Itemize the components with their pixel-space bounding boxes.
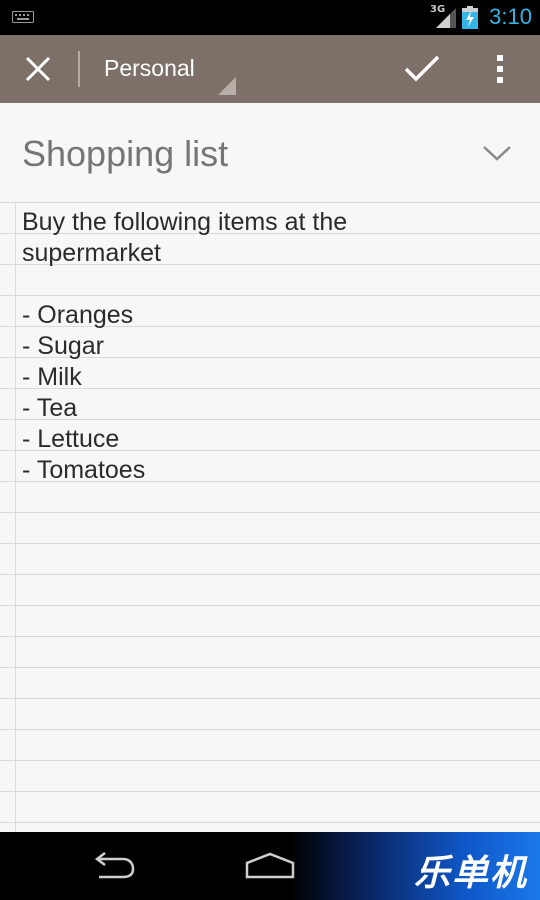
battery-charging-icon (462, 6, 478, 29)
note-title-input[interactable] (22, 129, 462, 179)
watermark: 乐单机 (290, 832, 540, 900)
signal-icon (436, 8, 456, 28)
overflow-menu-icon (497, 55, 503, 83)
keyboard-icon (12, 11, 34, 23)
overflow-menu-button[interactable] (480, 44, 520, 94)
navigation-bar: 乐单机 (0, 832, 540, 900)
action-bar: Personal (0, 35, 540, 103)
note-body-text[interactable]: Buy the following items at the supermark… (22, 207, 532, 807)
checkmark-icon (404, 55, 440, 82)
title-row (0, 103, 540, 203)
spinner-triangle-icon (218, 77, 236, 95)
note-editor: Buy the following items at the supermark… (0, 103, 540, 832)
chevron-down-icon (483, 146, 511, 161)
status-bar: 3G 3:10 (0, 0, 540, 35)
margin-line (15, 202, 16, 832)
close-icon (25, 56, 51, 82)
back-icon (94, 852, 135, 879)
home-icon (245, 852, 295, 879)
folder-label: Personal (104, 55, 195, 81)
screen: 3G 3:10 Personal Shopping list Buy the f… (0, 0, 540, 900)
done-button[interactable] (396, 44, 448, 94)
close-button[interactable] (12, 44, 64, 94)
ruled-paper: Buy the following items at the supermark… (0, 202, 540, 832)
expand-button[interactable] (472, 133, 522, 173)
back-button[interactable] (82, 846, 142, 886)
action-bar-divider (78, 51, 80, 87)
watermark-text: 乐单机 (413, 853, 528, 894)
folder-spinner[interactable]: Personal (92, 43, 236, 95)
clock: 3:10 (489, 4, 532, 29)
